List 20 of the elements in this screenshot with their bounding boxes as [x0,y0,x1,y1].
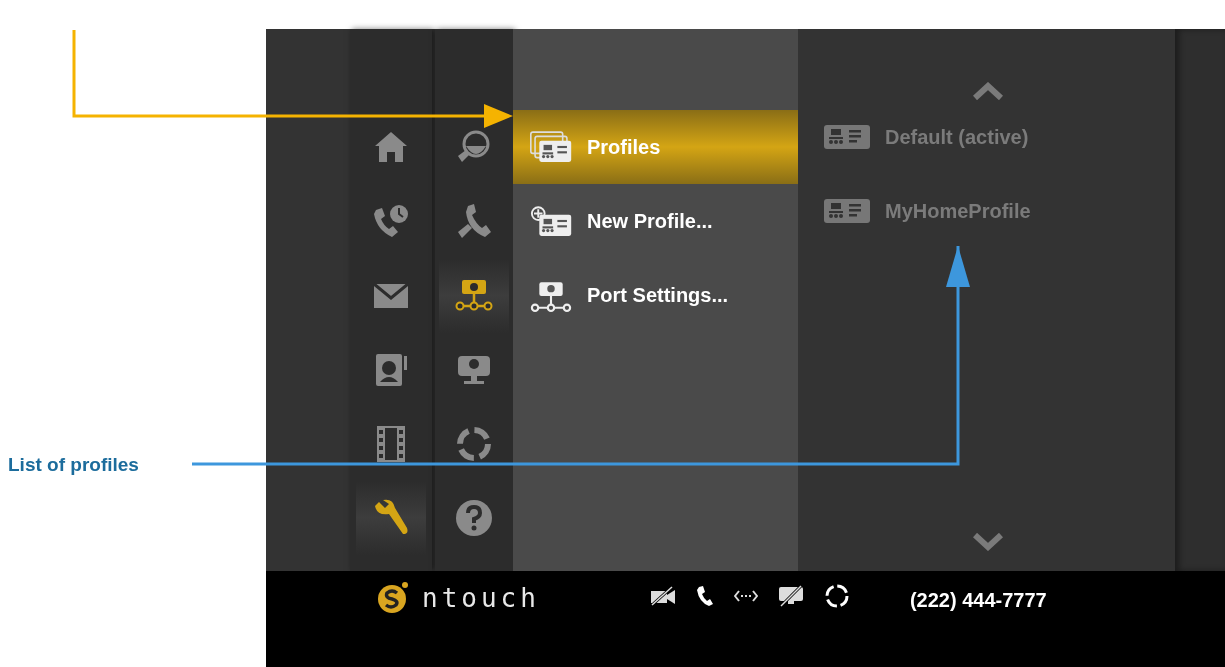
logo-icon [376,581,410,615]
menu-item[interactable]: New Profile... [513,184,798,258]
arrows-icon [733,589,758,603]
profile-item[interactable]: Default (active) [800,100,1175,174]
phone-number: (222) 444-7777 [909,588,1047,613]
profile-card-icon [823,124,871,150]
menu-item[interactable]: Profiles [513,110,798,184]
scroll-down-icon[interactable] [972,533,1003,551]
menu-item[interactable]: Port Settings... [513,258,798,332]
ring-icon [823,583,850,609]
phone-icon [695,585,714,607]
callout-label: List of profiles [8,453,139,477]
logo-text: ntouch [422,585,540,611]
ring-icon [454,424,494,464]
profile-item[interactable]: MyHomeProfile [800,174,1175,248]
screen-off-icon [777,585,804,607]
profile-card-icon [823,198,871,224]
camera-off-icon [649,586,676,606]
scroll-up-icon[interactable] [972,82,1003,100]
help-icon [454,498,494,538]
